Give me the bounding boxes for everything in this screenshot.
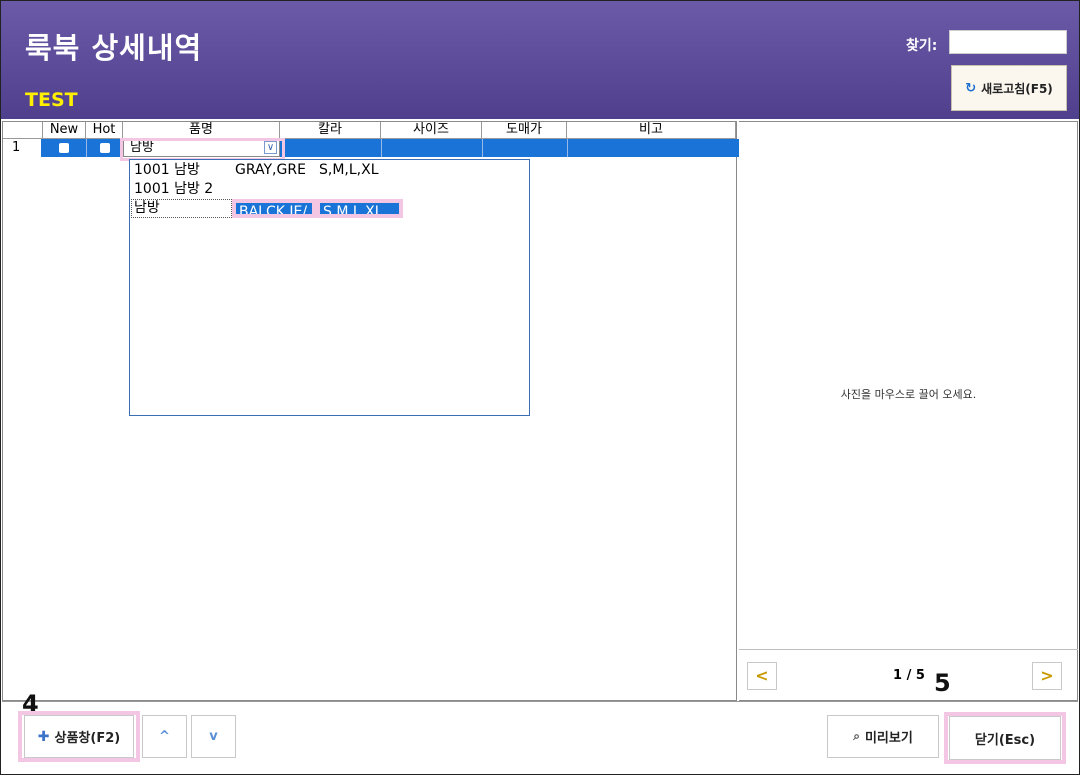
photo-drop-message: 사진을 마우스로 끌어 오세요. bbox=[840, 388, 977, 401]
refresh-icon: ↻ bbox=[965, 80, 977, 96]
dropdown-item-name: 1001 남방 bbox=[134, 162, 200, 178]
dropdown-item-color bbox=[232, 180, 316, 199]
refresh-label: 새로고침(F5) bbox=[981, 81, 1053, 96]
cell-divider bbox=[86, 139, 87, 157]
product-dropdown-list[interactable]: 1001 남방 GRAY,GRE S,M,L,XL 1001 남방 2 남방 B… bbox=[129, 159, 530, 416]
plus-icon: ✚ bbox=[37, 728, 50, 745]
dropdown-item-size: S,M,L,XL bbox=[316, 199, 403, 218]
divider bbox=[2, 701, 1078, 702]
col-header-new[interactable]: New bbox=[43, 122, 86, 139]
next-page-button[interactable]: > bbox=[1032, 662, 1062, 690]
col-header-size[interactable]: 사이즈 bbox=[381, 122, 482, 139]
find-input[interactable] bbox=[949, 30, 1067, 54]
move-up-button[interactable]: ^ bbox=[142, 715, 187, 758]
new-checkbox[interactable] bbox=[59, 143, 69, 153]
dropdown-item-color: GRAY,GRE bbox=[235, 162, 306, 178]
product-window-button[interactable]: ✚ 상품창(F2) bbox=[24, 715, 134, 758]
table-row[interactable]: 1 남방 ∨ bbox=[3, 139, 766, 157]
close-label: 닫기(Esc) bbox=[974, 732, 1036, 748]
dropdown-item-color: BALCK,JE/ bbox=[232, 199, 316, 218]
header-bar: 룩북 상세내역 TEST 찾기: ↻ 새로고침(F5) bbox=[1, 1, 1079, 119]
divider bbox=[739, 649, 1078, 650]
hot-checkbox[interactable] bbox=[100, 143, 110, 153]
chevron-down-icon: v bbox=[209, 729, 218, 744]
col-header-product[interactable]: 품명 bbox=[123, 122, 280, 139]
preview-button[interactable]: ⌕ 미리보기 bbox=[827, 715, 939, 758]
col-header-color[interactable]: 칼라 bbox=[280, 122, 381, 139]
col-header-wholesale[interactable]: 도매가 bbox=[482, 122, 567, 139]
preview-label: 미리보기 bbox=[864, 731, 913, 746]
move-down-button[interactable]: v bbox=[191, 715, 236, 758]
highlight-product-combo bbox=[120, 138, 285, 161]
lookbook-grid: New Hot 품명 칼라 사이즈 도매가 비고 1 남방 ∨ 1001 남방 … bbox=[2, 121, 766, 701]
photo-preview-panel[interactable]: 사진을 마우스로 끌어 오세요. < 1 / 5 > bbox=[739, 121, 1078, 701]
page-indicator: 1 / 5 bbox=[893, 668, 925, 683]
page-subtitle: TEST bbox=[25, 89, 78, 111]
cell-divider bbox=[482, 139, 483, 157]
chevron-up-icon: ^ bbox=[159, 729, 170, 744]
grid-header: New Hot 품명 칼라 사이즈 도매가 비고 bbox=[3, 122, 736, 139]
col-header-note[interactable]: 비고 bbox=[567, 122, 736, 139]
dropdown-item-size: S,M,L,XL bbox=[319, 162, 379, 178]
find-label: 찾기: bbox=[906, 38, 938, 54]
page-title: 룩북 상세내역 bbox=[25, 31, 203, 65]
refresh-button[interactable]: ↻ 새로고침(F5) bbox=[951, 65, 1067, 111]
dropdown-item-name: 남방 bbox=[131, 199, 232, 218]
dropdown-item-size bbox=[316, 180, 403, 199]
close-button[interactable]: 닫기(Esc) bbox=[949, 716, 1061, 760]
cell-divider bbox=[381, 139, 382, 157]
dropdown-item-name: 1001 남방 2 bbox=[134, 181, 214, 197]
search-icon: ⌕ bbox=[853, 729, 860, 743]
annotation-badge-5: 5 bbox=[934, 669, 951, 697]
product-window-label: 상품창(F2) bbox=[54, 731, 121, 746]
row-number: 1 bbox=[3, 139, 41, 157]
col-header-hot[interactable]: Hot bbox=[86, 122, 123, 139]
cell-divider bbox=[567, 139, 568, 157]
prev-page-button[interactable]: < bbox=[747, 662, 777, 690]
col-header-rownum bbox=[3, 122, 43, 139]
